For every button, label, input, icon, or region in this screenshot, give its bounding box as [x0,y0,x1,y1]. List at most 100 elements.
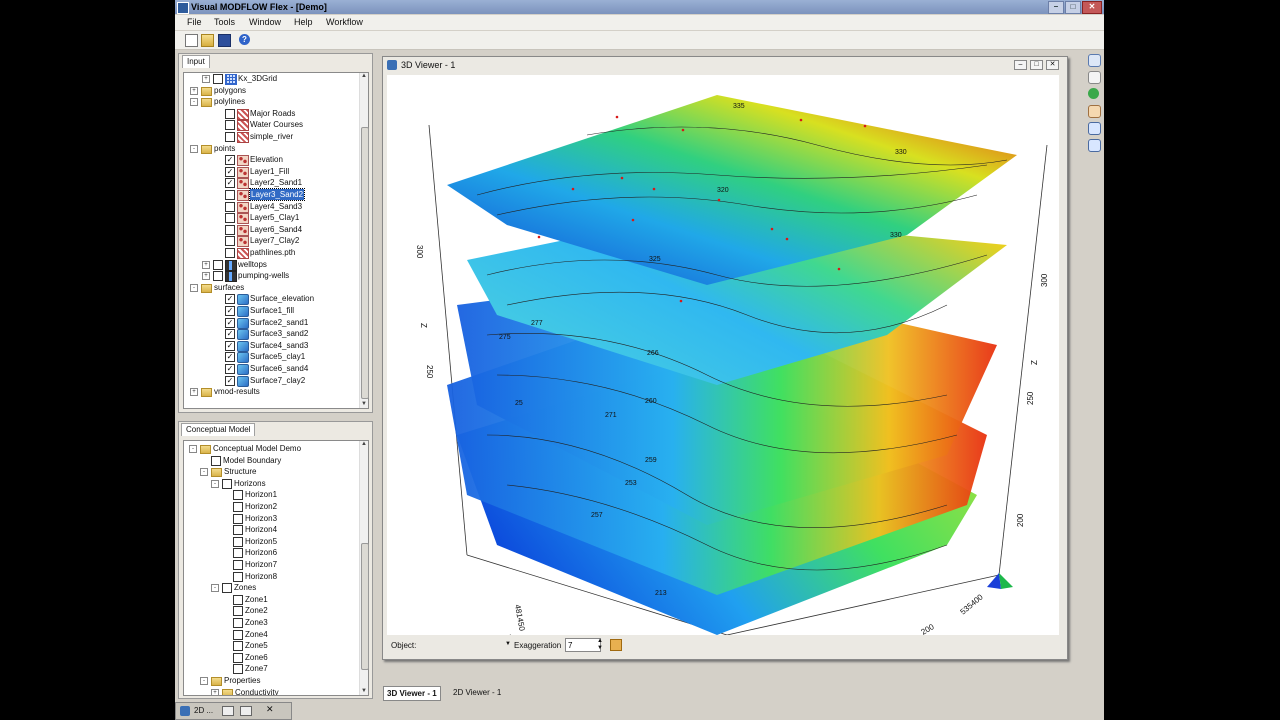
checkbox[interactable] [225,213,235,224]
tree-item-zone6[interactable]: Zone6 [184,652,354,663]
collapse-icon[interactable]: - [190,283,198,292]
checkbox[interactable] [225,120,235,131]
new-file-icon[interactable] [185,34,198,47]
checkbox[interactable]: ✓ [225,306,235,316]
tree-item-polygons[interactable]: + polygons [184,85,354,96]
viewer-minimize-button[interactable]: – [1014,60,1027,70]
viewer-restore-button[interactable]: □ [1030,60,1043,70]
expand-icon[interactable]: + [202,75,210,83]
pointer-icon[interactable] [1088,71,1101,84]
checkbox[interactable] [233,664,243,675]
checkbox[interactable] [225,108,235,119]
checkbox[interactable] [225,248,235,258]
model-scrollbar[interactable]: ▲ ▼ [359,441,369,695]
checkbox[interactable] [233,641,243,652]
tab-3d-viewer[interactable]: 3D Viewer - 1 [383,686,441,701]
checkbox[interactable] [213,74,223,84]
maximize-icon[interactable] [240,706,252,716]
tree-item-layer7-clay2[interactable]: Layer7_Clay2 [184,235,354,248]
menu-tools[interactable]: Tools [214,17,235,27]
tree-item-kx-3dgrid[interactable]: + Kx_3DGrid [184,73,354,85]
tree-item-major-roads[interactable]: Major Roads [184,108,354,120]
tree-item-horizon6[interactable]: Horizon6 [184,547,354,559]
checkbox[interactable] [225,132,235,142]
tree-item-zones[interactable]: - Zones [184,582,354,594]
tree-item-layer6-sand4[interactable]: Layer6_Sand4 [184,224,354,236]
tree-item-zone3[interactable]: Zone3 [184,617,354,628]
collapse-icon[interactable]: - [189,445,197,453]
checkbox[interactable]: ✓ [225,294,235,305]
tab-input[interactable]: Input [182,55,210,68]
checkbox[interactable] [222,478,232,489]
tree-item-horizon5[interactable]: Horizon5 [184,536,354,547]
tree-item-surface1-fill[interactable]: ✓ Surface1_fill [184,305,354,317]
tree-item-surfaces[interactable]: - surfaces [184,282,354,293]
expand-icon[interactable]: + [202,260,210,269]
tree-item-layer4-sand3[interactable]: Layer4_Sand3 [184,201,354,213]
checkbox[interactable]: ✓ [225,352,235,363]
checkbox[interactable] [233,629,243,640]
checkbox[interactable] [211,455,221,466]
tab-2d-viewer[interactable]: 2D Viewer - 1 [450,686,504,699]
tree-item-layer2-sand1[interactable]: ✓ Layer2_Sand1 [184,177,354,190]
checkbox[interactable] [225,201,235,212]
tab-conceptual-model[interactable]: Conceptual Model [181,423,256,436]
tree-item-water-courses[interactable]: Water Courses [184,119,354,132]
tree-item-structure[interactable]: - Structure [184,466,354,478]
checkbox[interactable]: ✓ [225,166,235,177]
tree-item-conceptual-model-demo[interactable]: - Conceptual Model Demo [184,443,354,454]
tree-item-horizon7[interactable]: Horizon7 [184,559,354,570]
expand-icon[interactable]: + [190,86,198,95]
maximize-button[interactable]: □ [1065,1,1081,14]
expand-icon[interactable]: + [211,688,219,695]
checkbox[interactable] [213,271,223,282]
expand-icon[interactable]: + [190,388,198,397]
home-icon[interactable] [610,639,622,651]
checkbox[interactable]: ✓ [225,155,235,166]
tree-item-properties[interactable]: - Properties [184,675,354,686]
checkbox[interactable] [233,490,243,501]
checkbox[interactable] [233,618,243,628]
checkbox[interactable] [233,571,243,582]
collapse-icon[interactable]: - [190,144,198,153]
tree-item-horizon2[interactable]: Horizon2 [184,501,354,512]
tree-item-surface3-sand2[interactable]: ✓ Surface3_sand2 [184,328,354,341]
zoom-out-icon[interactable] [1088,139,1101,152]
expand-icon[interactable]: + [202,272,210,281]
checkbox[interactable] [233,525,243,536]
tree-item-zone1[interactable]: Zone1 [184,594,354,605]
checkbox[interactable] [233,548,243,559]
exaggeration-input[interactable] [565,638,601,652]
checkbox[interactable] [233,594,243,605]
tree-item-surface2-sand1[interactable]: ✓ Surface2_sand1 [184,317,354,329]
tree-item-simple-river[interactable]: simple_river [184,131,354,143]
dropdown-arrow-icon[interactable]: ▼ [505,641,511,647]
checkbox[interactable] [233,560,243,570]
tree-item-polylines[interactable]: - polylines [184,96,354,108]
minimized-2d-window[interactable]: 2D ... ✕ [175,702,292,720]
checkbox[interactable] [225,236,235,247]
save-icon[interactable] [218,34,231,47]
minimize-button[interactable]: – [1048,1,1064,14]
checkbox[interactable]: ✓ [225,364,235,374]
menu-workflow[interactable]: Workflow [326,17,363,27]
tree-item-layer5-clay1[interactable]: Layer5_Clay1 [184,212,354,225]
help-icon[interactable]: ? [239,34,250,45]
collapse-icon[interactable]: - [200,677,208,685]
tree-item-zone5[interactable]: Zone5 [184,640,354,652]
tree-item-horizon1[interactable]: Horizon1 [184,489,354,501]
restore-icon[interactable] [222,706,234,716]
tree-item-zone7[interactable]: Zone7 [184,663,354,675]
tree-item-points[interactable]: - points [184,143,354,154]
checkbox[interactable] [233,536,243,547]
tree-item-vmod-results[interactable]: + vmod-results [184,386,354,398]
checkbox[interactable]: ✓ [225,340,235,351]
tree-item-horizon3[interactable]: Horizon3 [184,513,354,524]
checkbox[interactable]: ✓ [225,375,235,386]
3d-canvas[interactable]: 335 330 320 325 330 275 277 266 260 271 … [387,75,1059,635]
checkbox[interactable]: ✓ [225,178,235,189]
checkbox[interactable]: ✓ [225,317,235,328]
checkbox[interactable] [233,652,243,663]
checkbox[interactable] [225,224,235,235]
checkbox[interactable]: ✓ [225,329,235,340]
